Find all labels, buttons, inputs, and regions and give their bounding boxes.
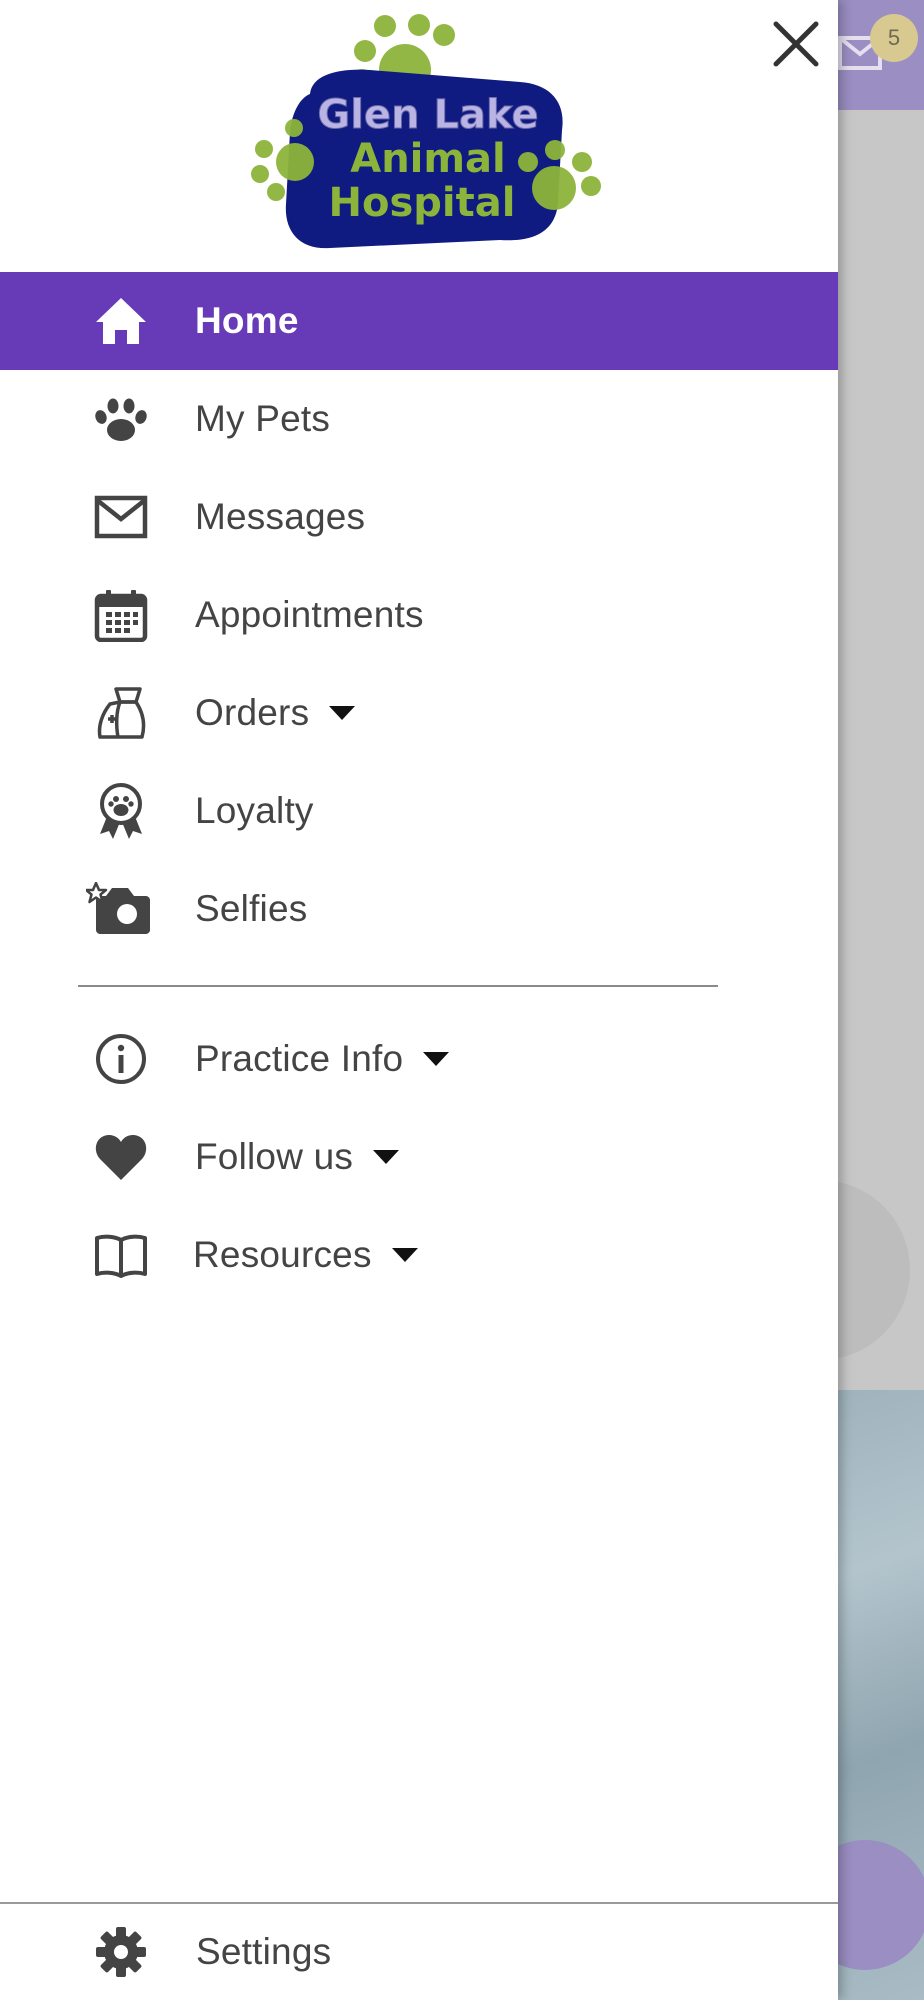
menu-item-selfies[interactable]: Selfies — [0, 860, 838, 958]
resources-text: Resources — [193, 1234, 372, 1275]
menu-item-home[interactable]: Home — [0, 272, 838, 370]
camera-star-icon — [86, 882, 152, 936]
unread-badge: 5 — [870, 14, 918, 62]
primary-menu: Home My Pets Messages Appointments Order… — [0, 272, 838, 958]
calendar-icon — [94, 588, 148, 642]
home-icon — [94, 294, 148, 348]
close-button[interactable] — [766, 14, 826, 74]
paw-icon — [94, 392, 148, 446]
menu-item-loyalty[interactable]: Loyalty — [0, 762, 838, 860]
logo-line-1: Glen Lake — [317, 92, 538, 138]
secondary-menu: Practice Info Follow us Resources — [0, 1010, 838, 1304]
clinic-logo: Glen Lake Animal Hospital — [251, 14, 601, 249]
gear-icon — [94, 1925, 148, 1979]
menu-label-orders: Orders — [195, 692, 356, 734]
menu-label-loyalty: Loyalty — [195, 790, 314, 831]
menu-item-my-pets[interactable]: My Pets — [0, 370, 838, 468]
menu-item-follow-us[interactable]: Follow us — [0, 1108, 838, 1206]
menu-label-resources: Resources — [193, 1234, 418, 1276]
menu-item-messages[interactable]: Messages — [0, 468, 838, 566]
info-icon — [94, 1032, 148, 1086]
menu-label-appointments: Appointments — [195, 594, 424, 635]
navigation-drawer: Glen Lake Animal Hospital Home My Pets M… — [0, 0, 838, 2000]
orders-text: Orders — [195, 692, 310, 733]
pet-food-bag-icon — [94, 686, 148, 740]
menu-label-settings: Settings — [196, 1931, 332, 1972]
menu-label-messages: Messages — [195, 496, 366, 537]
practice-info-text: Practice Info — [195, 1038, 404, 1079]
menu-item-practice-info[interactable]: Practice Info — [0, 1010, 838, 1108]
chevron-down-icon — [391, 1248, 418, 1263]
menu-label-follow-us: Follow us — [195, 1136, 400, 1178]
close-icon — [773, 21, 819, 67]
menu-divider — [78, 985, 718, 987]
menu-item-resources[interactable]: Resources — [0, 1206, 838, 1304]
logo-line-2: Animal — [350, 136, 506, 182]
follow-us-text: Follow us — [195, 1136, 354, 1177]
menu-label-home: Home — [195, 300, 299, 341]
logo-line-3: Hospital — [329, 180, 516, 226]
envelope-icon — [94, 490, 148, 544]
chevron-down-icon — [423, 1052, 450, 1067]
chevron-down-icon — [329, 706, 356, 721]
heart-icon — [94, 1130, 148, 1184]
paw-ribbon-icon — [94, 783, 148, 839]
menu-label-my-pets: My Pets — [195, 398, 331, 439]
menu-item-settings[interactable]: Settings — [0, 1904, 838, 2000]
chevron-down-icon — [373, 1150, 400, 1165]
menu-label-practice-info: Practice Info — [195, 1038, 450, 1080]
menu-label-selfies: Selfies — [195, 888, 308, 929]
book-icon — [94, 1228, 148, 1282]
menu-item-appointments[interactable]: Appointments — [0, 566, 838, 664]
menu-item-orders[interactable]: Orders — [0, 664, 838, 762]
